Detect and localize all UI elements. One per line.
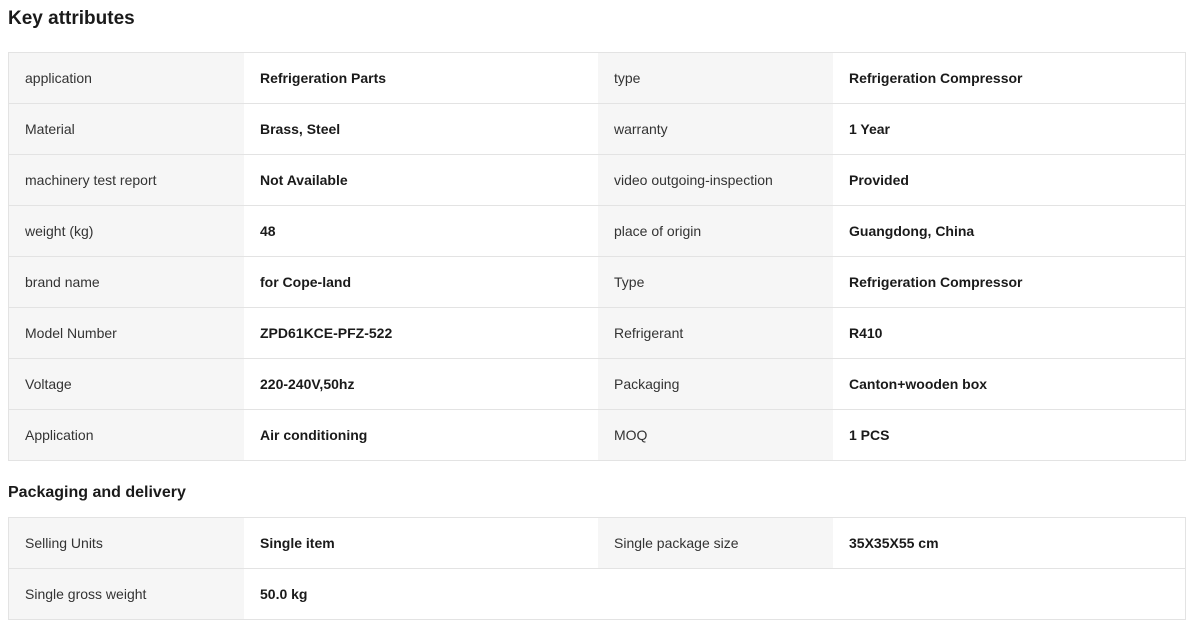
- table-row: weight (kg) 48 place of origin Guangdong…: [9, 206, 1185, 257]
- table-row: Voltage 220-240V,50hz Packaging Canton+w…: [9, 359, 1185, 410]
- attribute-value: 220-240V,50hz: [244, 359, 598, 409]
- attribute-label: machinery test report: [9, 155, 244, 205]
- attribute-label: warranty: [598, 104, 833, 154]
- attribute-label: Voltage: [9, 359, 244, 409]
- attribute-value: 35X35X55 cm: [833, 518, 1185, 568]
- table-row: Material Brass, Steel warranty 1 Year: [9, 104, 1185, 155]
- attribute-value: Not Available: [244, 155, 598, 205]
- attribute-value: Air conditioning: [244, 410, 598, 460]
- attribute-value: Single item: [244, 518, 598, 568]
- attribute-value: Refrigeration Compressor: [833, 257, 1185, 307]
- empty-cell: [833, 569, 1185, 619]
- table-row: Application Air conditioning MOQ 1 PCS: [9, 410, 1185, 460]
- packaging-delivery-table: Selling Units Single item Single package…: [8, 517, 1186, 620]
- table-row: Selling Units Single item Single package…: [9, 518, 1185, 569]
- attribute-label: Application: [9, 410, 244, 460]
- attribute-label: Selling Units: [9, 518, 244, 568]
- attribute-value: Guangdong, China: [833, 206, 1185, 256]
- attribute-value: R410: [833, 308, 1185, 358]
- table-row: Single gross weight 50.0 kg: [9, 569, 1185, 619]
- attribute-label: Model Number: [9, 308, 244, 358]
- attribute-value: Refrigeration Compressor: [833, 53, 1185, 103]
- key-attributes-table: application Refrigeration Parts type Ref…: [8, 52, 1186, 461]
- attribute-value: 1 Year: [833, 104, 1185, 154]
- table-row: machinery test report Not Available vide…: [9, 155, 1185, 206]
- attribute-value: Refrigeration Parts: [244, 53, 598, 103]
- attribute-value: 48: [244, 206, 598, 256]
- attribute-label: type: [598, 53, 833, 103]
- attribute-value: ZPD61KCE-PFZ-522: [244, 308, 598, 358]
- attribute-label: Refrigerant: [598, 308, 833, 358]
- attribute-label: MOQ: [598, 410, 833, 460]
- attribute-value: Canton+wooden box: [833, 359, 1185, 409]
- attribute-label: Packaging: [598, 359, 833, 409]
- table-row: application Refrigeration Parts type Ref…: [9, 53, 1185, 104]
- empty-cell: [598, 569, 833, 619]
- attribute-value: for Cope-land: [244, 257, 598, 307]
- attribute-label: Single gross weight: [9, 569, 244, 619]
- attribute-value: 1 PCS: [833, 410, 1185, 460]
- attribute-label: Single package size: [598, 518, 833, 568]
- attribute-label: place of origin: [598, 206, 833, 256]
- attribute-label: Type: [598, 257, 833, 307]
- attribute-label: video outgoing-inspection: [598, 155, 833, 205]
- attribute-value: Provided: [833, 155, 1185, 205]
- attribute-label: weight (kg): [9, 206, 244, 256]
- attribute-label: application: [9, 53, 244, 103]
- attribute-value: 50.0 kg: [244, 569, 598, 619]
- key-attributes-title: Key attributes: [8, 8, 135, 29]
- attribute-value: Brass, Steel: [244, 104, 598, 154]
- table-row: Model Number ZPD61KCE-PFZ-522 Refrigeran…: [9, 308, 1185, 359]
- attribute-label: Material: [9, 104, 244, 154]
- packaging-delivery-title: Packaging and delivery: [8, 484, 186, 501]
- attribute-label: brand name: [9, 257, 244, 307]
- table-row: brand name for Cope-land Type Refrigerat…: [9, 257, 1185, 308]
